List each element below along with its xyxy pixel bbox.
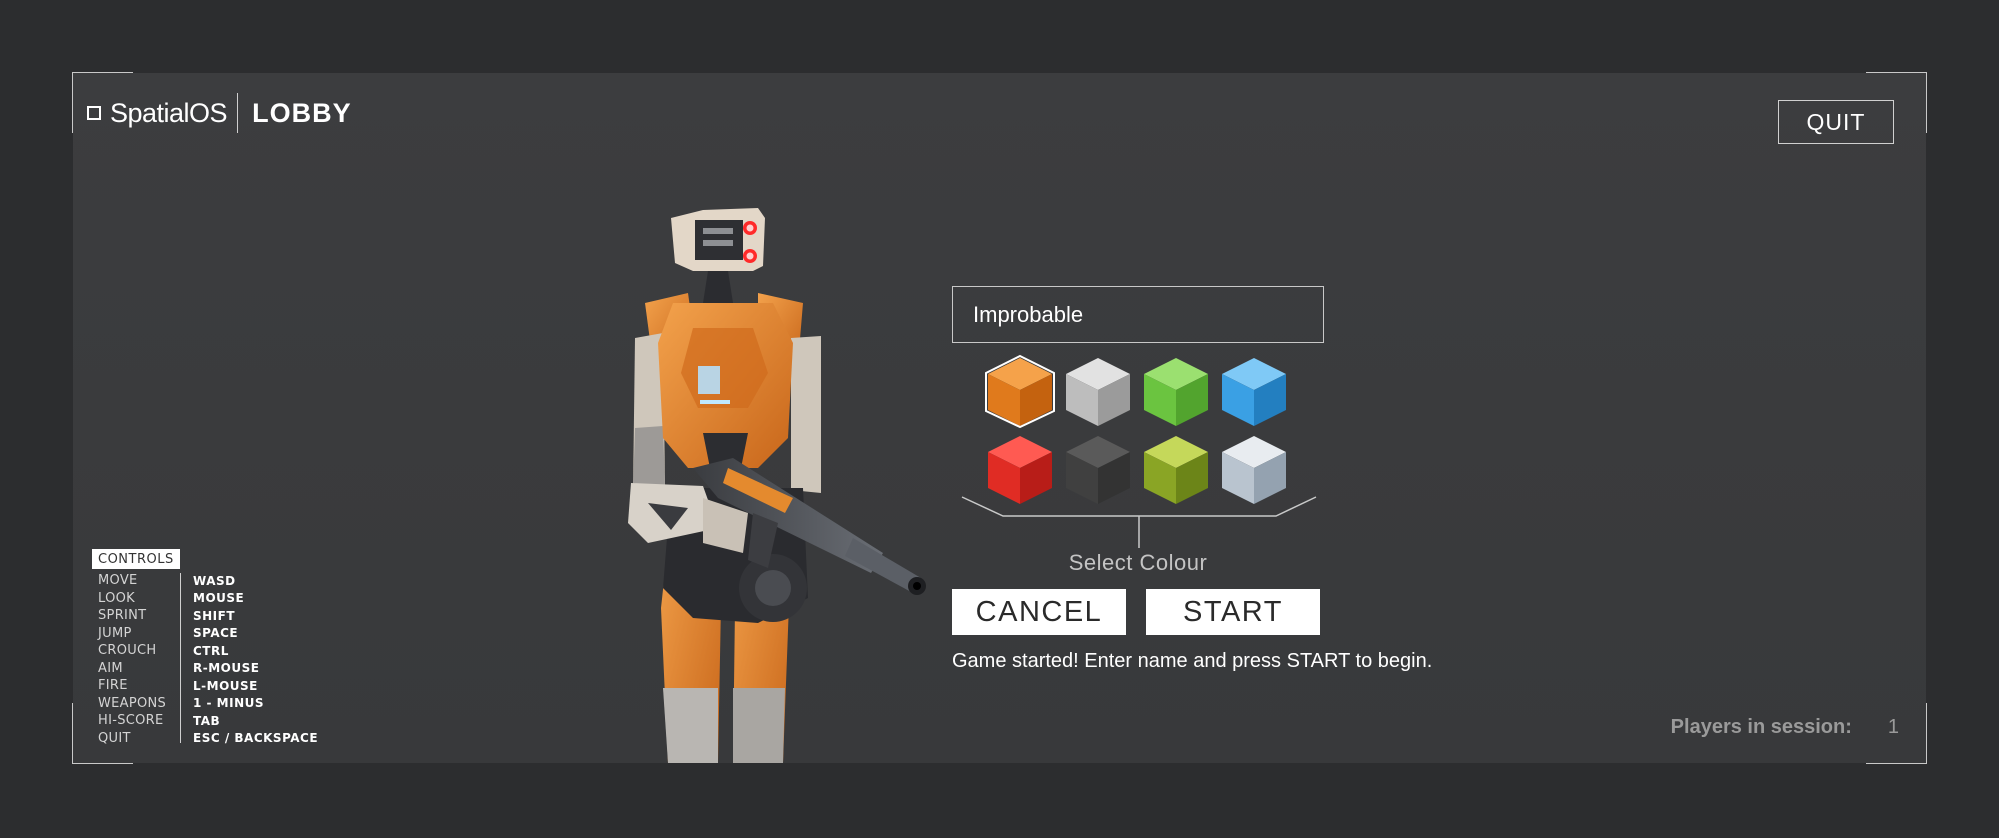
control-action: FIRE: [98, 678, 128, 694]
controls-divider: [180, 573, 181, 743]
status-message: Game started! Enter name and press START…: [952, 650, 1433, 672]
control-row: CROUCH CTRL: [92, 642, 318, 660]
players-in-session: Players in session: 1: [1671, 716, 1899, 739]
control-key: ESC / BACKSPACE: [193, 731, 319, 746]
colour-swatch-camo-ice[interactable]: [1218, 432, 1290, 506]
robot-torso: [658, 303, 793, 468]
control-action: JUMP: [98, 625, 132, 641]
control-action: AIM: [98, 660, 123, 676]
robot-head: [671, 208, 765, 271]
control-row: WEAPONS 1 - MINUS: [92, 695, 318, 713]
controls-panel: CONTROLS MOVE WASD LOOK MOUSE SPRINT SHIFT JUM…: [92, 548, 318, 747]
control-action: HI-SCORE: [98, 713, 164, 729]
lobby-panel: SpatialOS LOBBY QUIT Improbable Select C…: [72, 72, 1927, 764]
colour-swatch-silver[interactable]: [1062, 354, 1134, 428]
select-colour-bracket: [961, 496, 1317, 548]
control-row: QUIT ESC / BACKSPACE: [92, 730, 318, 748]
spatialos-logo-icon: [87, 106, 101, 120]
control-action: WEAPONS: [98, 695, 167, 711]
control-key: TAB: [193, 713, 221, 728]
brand-divider: [237, 93, 239, 133]
colour-swatch-red[interactable]: [984, 432, 1056, 506]
page-title: LOBBY: [252, 97, 352, 128]
players-label: Players in session:: [1670, 716, 1852, 738]
colour-swatch-blue[interactable]: [1218, 354, 1290, 428]
players-count: 1: [1887, 716, 1899, 738]
control-key: WASD: [193, 573, 236, 588]
quit-button[interactable]: QUIT: [1778, 100, 1894, 144]
player-name-input[interactable]: [952, 286, 1324, 343]
select-colour-label: Select Colour: [1068, 550, 1208, 575]
control-action: CROUCH: [98, 643, 157, 659]
control-row: MOVE WASD: [92, 572, 318, 590]
control-key: MOUSE: [193, 591, 245, 606]
control-row: HI-SCORE TAB: [92, 712, 318, 730]
control-key: CTRL: [193, 643, 229, 658]
control-key: SPACE: [193, 626, 239, 641]
controls-title: CONTROLS: [92, 549, 180, 569]
colour-swatch-orange[interactable]: [984, 354, 1056, 428]
control-action: SPRINT: [98, 608, 147, 624]
colour-swatch-camo-green[interactable]: [1140, 432, 1212, 506]
start-button[interactable]: START: [1146, 589, 1320, 635]
character-preview: [628, 208, 926, 763]
control-key: L-MOUSE: [193, 678, 258, 693]
control-row: JUMP SPACE: [92, 625, 318, 643]
control-action: MOVE: [98, 573, 138, 589]
control-key: SHIFT: [193, 608, 236, 623]
control-action: QUIT: [98, 730, 131, 746]
control-row: AIM R-MOUSE: [92, 660, 318, 678]
control-row: SPRINT SHIFT: [92, 607, 318, 625]
brand-name: SpatialOS: [110, 97, 228, 128]
control-row: FIRE L-MOUSE: [92, 677, 318, 695]
control-key: R-MOUSE: [193, 661, 260, 676]
control-row: LOOK MOUSE: [92, 590, 318, 608]
brand-header: SpatialOS LOBBY: [87, 93, 352, 133]
controls-list: MOVE WASD LOOK MOUSE SPRINT SHIFT JUMP SPACE CRO…: [92, 572, 318, 747]
colour-swatch-charcoal[interactable]: [1062, 432, 1134, 506]
control-action: LOOK: [98, 590, 135, 606]
cancel-button[interactable]: CANCEL: [952, 589, 1126, 635]
control-key: 1 - MINUS: [193, 696, 265, 711]
colour-swatch-green[interactable]: [1140, 354, 1212, 428]
